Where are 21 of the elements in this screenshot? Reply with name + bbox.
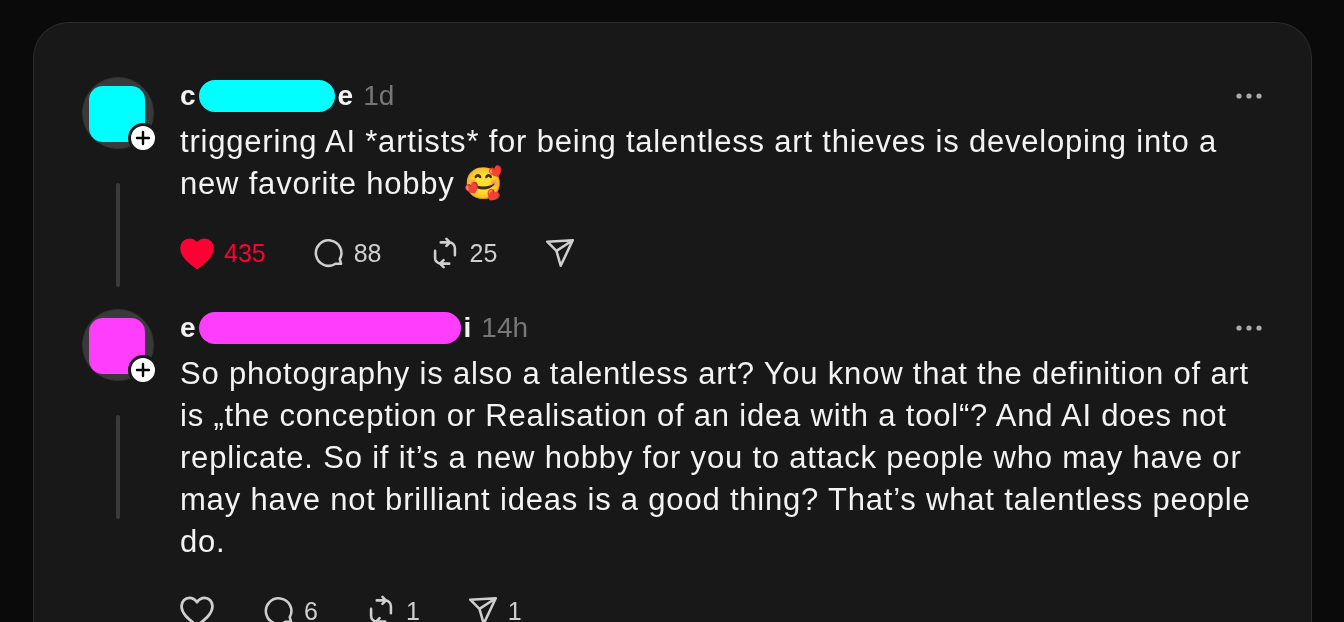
username[interactable]: e	[180, 312, 196, 344]
reply-button[interactable]: 6	[262, 594, 318, 622]
post-text: triggering AI *artists* for being talentless art thieves is developing into a new favorite hobby 🥰	[180, 123, 1218, 203]
more-icon[interactable]	[1235, 324, 1263, 332]
share-button[interactable]: 1	[465, 594, 522, 622]
reply-button[interactable]: 88	[311, 236, 382, 270]
timestamp: 1d	[363, 80, 395, 112]
username[interactable]: i	[463, 312, 472, 344]
comment-icon[interactable]	[262, 594, 296, 622]
plus-icon[interactable]	[128, 123, 158, 153]
like-button[interactable]	[178, 594, 216, 622]
timestamp: 14h	[481, 312, 529, 344]
like-button[interactable]: 435	[178, 236, 266, 270]
username[interactable]: e	[337, 80, 354, 112]
post-text: So photography is also a talentless art? You know that the definition of art is „the conception or Realisation of an idea with a tool“? And AI does not replicate. So if it’s a new hobby for you to attack people who may have or may have not brilliant ideas is a good thing? That’s what talentless people do.	[180, 355, 1252, 561]
repost-button[interactable]: 25	[427, 236, 498, 270]
heart-icon[interactable]	[178, 236, 216, 270]
repost-button[interactable]: 1	[363, 594, 420, 622]
username[interactable]: c	[180, 80, 196, 112]
more-icon[interactable]	[1235, 92, 1263, 100]
plus-icon[interactable]	[128, 355, 158, 385]
